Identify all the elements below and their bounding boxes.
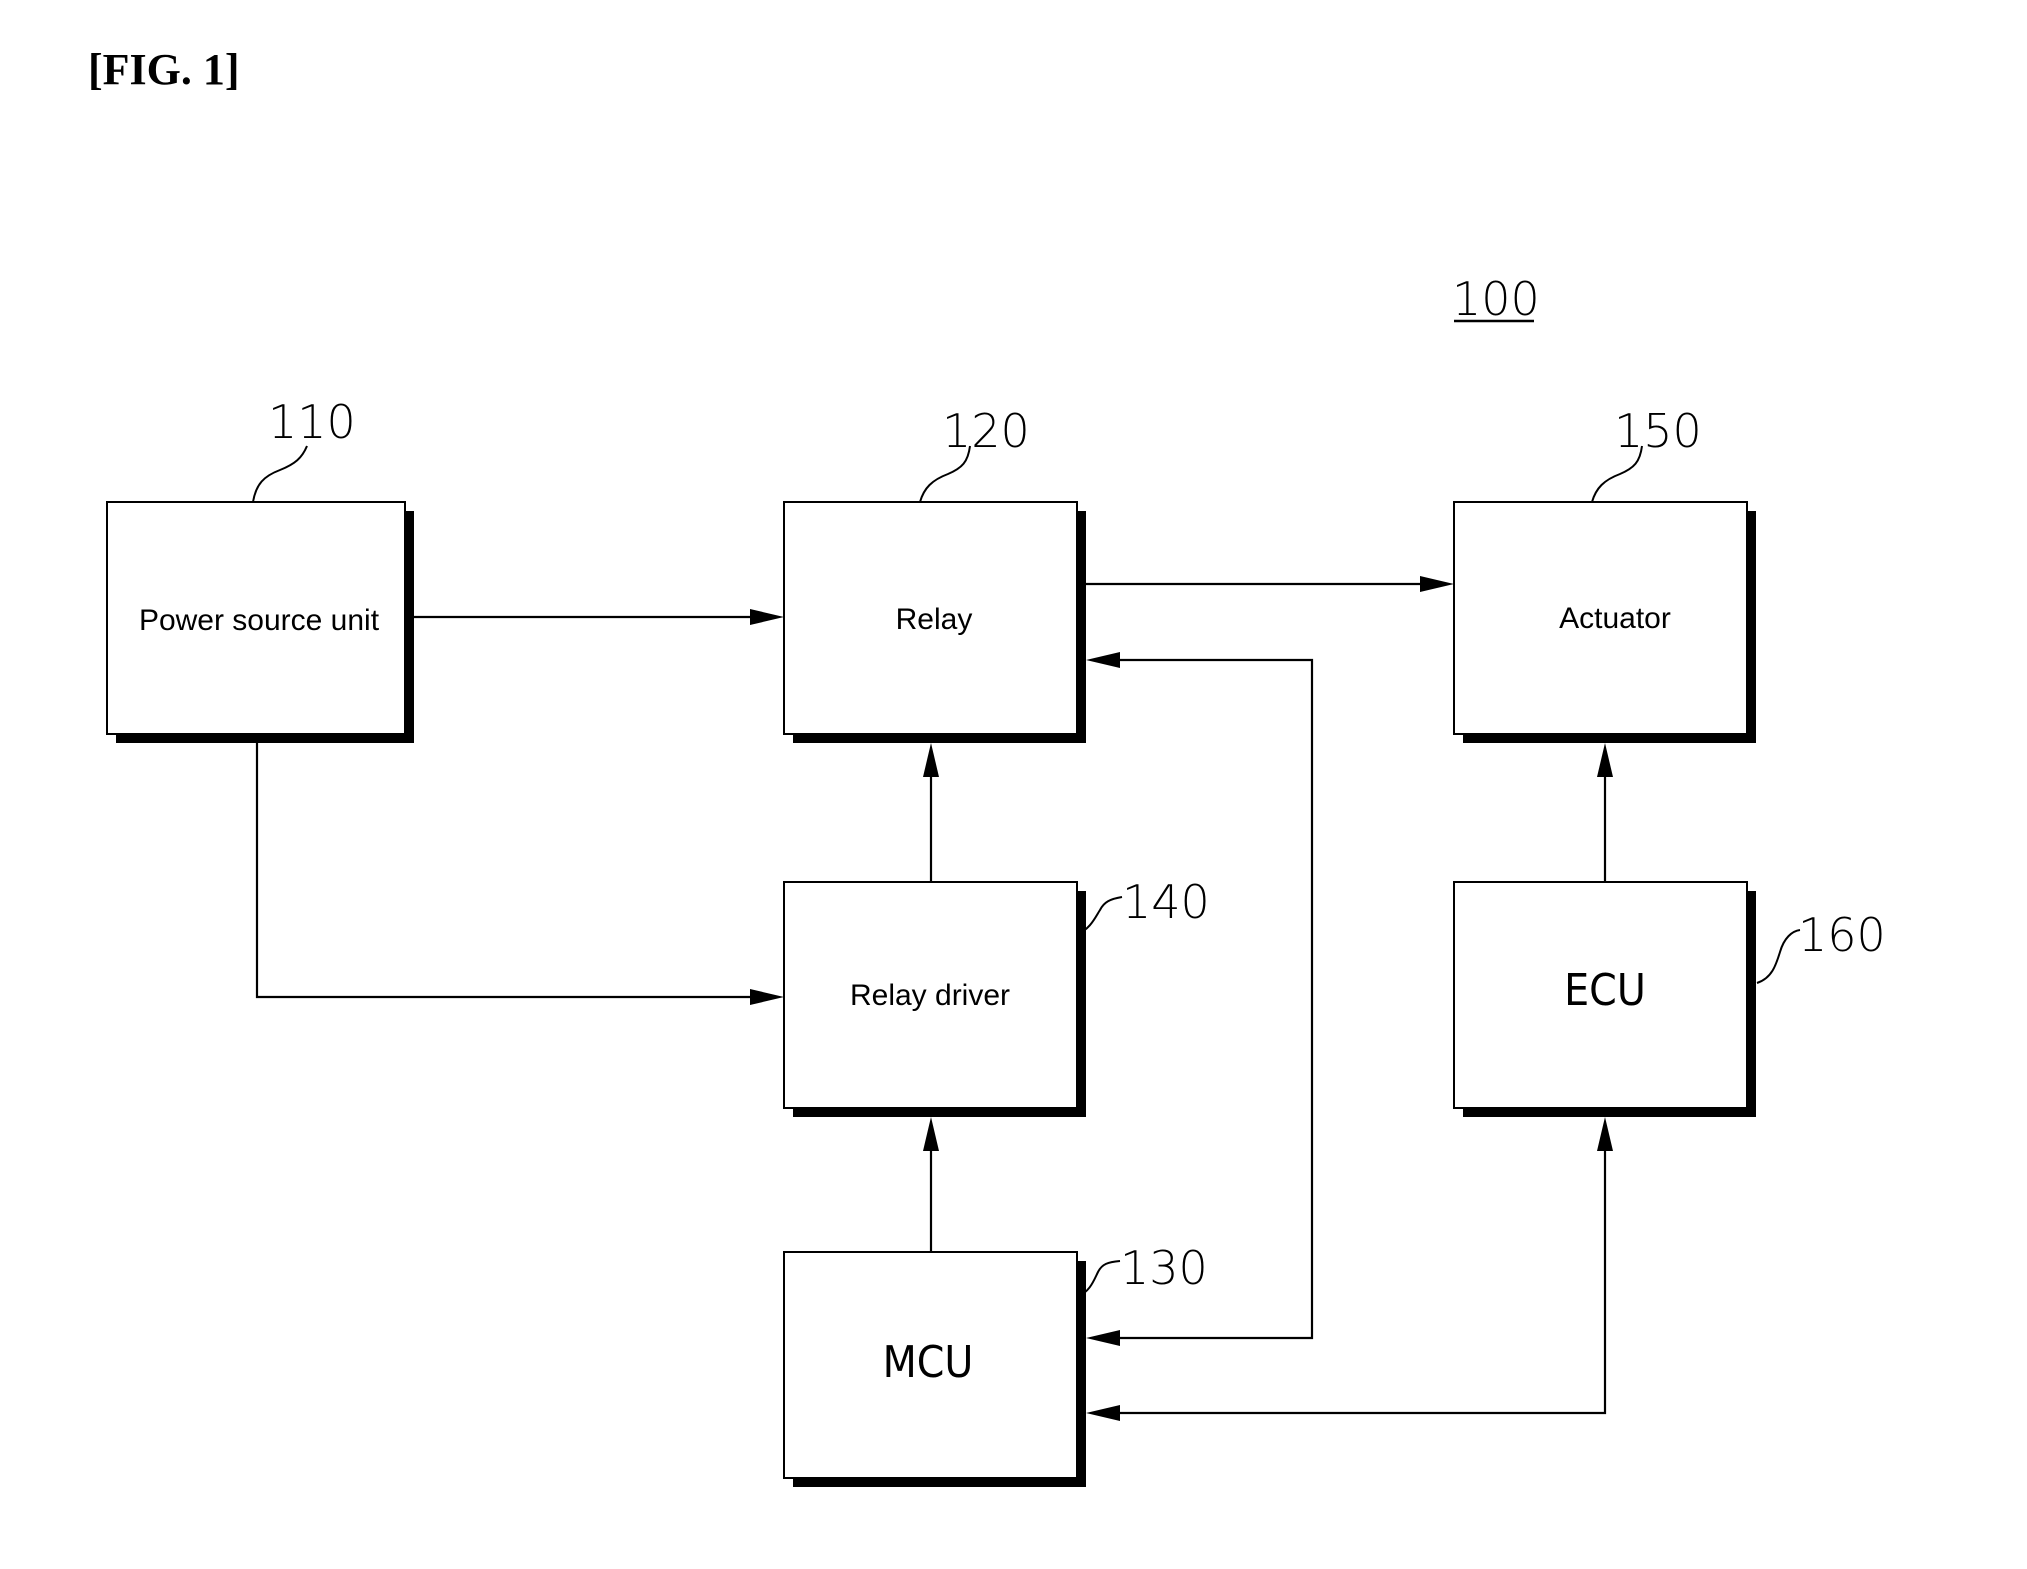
arrowhead-from-ecu [1597, 1117, 1613, 1151]
block-actuator: Actuator [1453, 501, 1756, 743]
arrow-ecu-to-actuator [1597, 743, 1613, 882]
leader-line-110 [252, 445, 308, 503]
ref-number-130: 130 [1120, 1241, 1208, 1295]
block-label: MCU [883, 1337, 974, 1388]
ref-number-140: 140 [1122, 875, 1210, 929]
block-relay-driver: Relay driver [783, 881, 1086, 1117]
ref-number-150: 150 [1614, 404, 1702, 458]
arrowhead [1597, 743, 1613, 777]
ref-number-110: 110 [268, 395, 356, 449]
arrow-relay-driver-to-relay [923, 743, 939, 882]
arrowhead-to-relay [1086, 652, 1120, 668]
ref-number-120: 120 [942, 404, 1030, 458]
arrow-relay-to-actuator [1086, 576, 1454, 592]
arrow-power-to-relay-driver [255, 743, 784, 1005]
arrowhead [1420, 576, 1454, 592]
system-ref-number: 100 [1452, 272, 1540, 326]
block-ecu: ECU [1453, 881, 1756, 1117]
block-label: ECU [1564, 965, 1646, 1016]
arrow-power-to-relay [414, 609, 784, 625]
block-label: Relay [896, 603, 973, 636]
block-label: Actuator [1559, 602, 1671, 635]
block-label: Power source unit [139, 604, 380, 637]
leader-line-160 [1756, 929, 1801, 984]
arrow-mcu-to-relay-driver [923, 1117, 939, 1252]
block-mcu: MCU [783, 1251, 1086, 1487]
arrowhead-to-mcu [1086, 1405, 1120, 1421]
ref-number-160: 160 [1798, 908, 1886, 962]
arrowhead [750, 609, 784, 625]
block-relay: Relay [783, 501, 1086, 743]
arrowhead [923, 743, 939, 777]
block-label: Relay driver [850, 979, 1010, 1012]
arrowhead [923, 1117, 939, 1151]
arrowhead [750, 989, 784, 1005]
arrowhead-to-mcu [1086, 1330, 1120, 1346]
block-power-source-unit: Power source unit [106, 501, 414, 743]
block-diagram: [FIG. 1] 100 Power source unit 110 Relay… [88, 45, 1886, 1487]
figure-title: [FIG. 1] [88, 45, 240, 94]
